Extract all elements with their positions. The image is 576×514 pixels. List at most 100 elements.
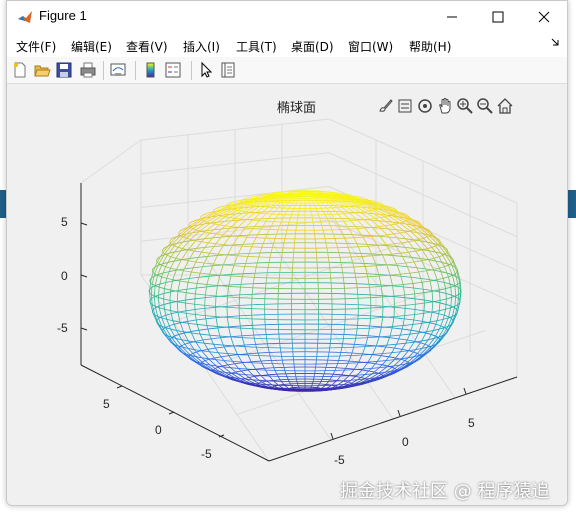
- title-bar[interactable]: Figure 1: [7, 1, 567, 32]
- meridian-segment: [291, 267, 293, 279]
- meridian-segment: [268, 201, 278, 208]
- meridian-segment: [454, 295, 457, 307]
- menu-file[interactable]: 文件(F): [16, 38, 56, 55]
- meridian-segment: [404, 294, 406, 306]
- meridian-segment: [433, 320, 438, 331]
- insert-legend-icon[interactable]: [164, 61, 182, 79]
- meridian-segment: [177, 311, 181, 323]
- edit-plot-icon[interactable]: [197, 61, 215, 79]
- meridian-segment: [284, 229, 288, 239]
- meridian-segment: [331, 207, 339, 215]
- meridian-segment: [158, 287, 160, 298]
- meridian-segment: [317, 267, 319, 279]
- meridian-segment: [255, 347, 260, 356]
- meridian-segment: [199, 333, 205, 344]
- meridian-segment: [199, 262, 205, 274]
- z-tick: [80, 327, 88, 331]
- meridian-segment: [194, 241, 202, 252]
- meridian-segment: [282, 238, 286, 249]
- meridian-segment: [187, 271, 192, 283]
- meridian-segment: [255, 256, 260, 268]
- meridian-segment: [306, 194, 309, 199]
- x-tick: [463, 387, 467, 395]
- meridian-segment: [261, 237, 266, 248]
- meridian-segment: [350, 347, 355, 356]
- meridian-segment: [194, 283, 198, 294]
- insert-colorbar-icon[interactable]: [142, 61, 160, 79]
- menu-view[interactable]: 查看(V): [126, 38, 168, 55]
- meridian-segment: [399, 325, 404, 336]
- axes-3d[interactable]: [7, 85, 568, 506]
- meridian-segment: [156, 252, 164, 263]
- property-inspector-icon[interactable]: [219, 61, 237, 79]
- meridian-segment: [413, 332, 420, 343]
- meridian-segment: [293, 202, 297, 209]
- save-icon[interactable]: [55, 61, 73, 79]
- meridian-segment: [355, 328, 358, 339]
- menu-desktop[interactable]: 桌面(D): [291, 38, 334, 55]
- menu-tools[interactable]: 工具(T): [236, 38, 277, 55]
- x-tick-label: 5: [468, 416, 475, 430]
- meridian-segment: [439, 319, 444, 330]
- meridian-segment: [427, 248, 435, 259]
- meridian-segment: [253, 266, 257, 278]
- print-icon[interactable]: [79, 61, 97, 79]
- figure-canvas[interactable]: 椭球面 5 0 -5 5 0 -5 5 0 -5: [7, 85, 568, 506]
- meridian-segment: [204, 294, 206, 306]
- meridian-segment: [223, 360, 231, 368]
- meridian-segment: [286, 221, 290, 231]
- meridian-segment: [299, 202, 302, 209]
- meridian-segment: [293, 238, 296, 249]
- meridian-segment: [222, 254, 228, 266]
- meridian-segment: [405, 262, 411, 274]
- meridian-segment: [429, 311, 433, 323]
- y-tick: [116, 385, 123, 389]
- meridian-segment: [265, 213, 273, 222]
- meridian-segment: [317, 339, 319, 349]
- menu-bar: 文件(F) 编辑(E) 查看(V) 插入(I) 工具(T) 桌面(D) 窗口(W…: [7, 32, 567, 57]
- maximize-icon: [492, 11, 504, 22]
- meridian-segment: [322, 229, 326, 239]
- meridian-segment: [214, 216, 226, 225]
- meridian-segment: [278, 278, 280, 289]
- meridian-segment: [344, 288, 346, 299]
- meridian-segment: [312, 222, 315, 231]
- link-plot-icon[interactable]: [109, 61, 127, 79]
- minimize-button[interactable]: [429, 1, 475, 32]
- meridian-segment: [332, 201, 342, 208]
- meridian-segment: [169, 300, 172, 311]
- meridian-segment: [294, 230, 297, 239]
- open-file-icon[interactable]: [33, 61, 51, 79]
- meridian-segment: [343, 277, 345, 289]
- meridian-segment: [402, 284, 406, 296]
- new-figure-icon[interactable]: [11, 61, 29, 79]
- meridian-segment: [271, 207, 279, 215]
- meridian-segment: [364, 266, 369, 277]
- meridian-segment: [292, 257, 294, 268]
- meridian-segment: [339, 347, 343, 357]
- z-tick-label: 5: [61, 215, 68, 229]
- menu-help[interactable]: 帮助(H): [409, 38, 451, 55]
- menu-dock-arrow-icon[interactable]: [551, 37, 561, 47]
- meridian-segment: [447, 307, 452, 318]
- close-button[interactable]: [521, 1, 567, 32]
- meridian-segment: [293, 363, 296, 371]
- meridian-segment: [176, 291, 179, 302]
- meridian-segment: [367, 354, 373, 363]
- y-tick-label: 5: [103, 397, 110, 411]
- z-tick: [80, 222, 88, 226]
- meridian-segment: [377, 245, 383, 256]
- menu-edit[interactable]: 编辑(E): [71, 38, 112, 55]
- meridian-segment: [314, 238, 317, 249]
- meridian-segment: [409, 324, 414, 335]
- menu-window[interactable]: 窗口(W): [348, 38, 393, 55]
- menu-insert[interactable]: 插入(I): [183, 38, 220, 55]
- maximize-button[interactable]: [475, 1, 521, 32]
- meridian-segment: [431, 301, 434, 313]
- meridian-segment: [277, 376, 282, 382]
- meridian-segment: [457, 283, 460, 295]
- minimize-icon: [447, 16, 457, 17]
- meridian-segment: [177, 280, 181, 292]
- meridian-segment: [375, 336, 380, 347]
- meridian-segment: [253, 338, 257, 348]
